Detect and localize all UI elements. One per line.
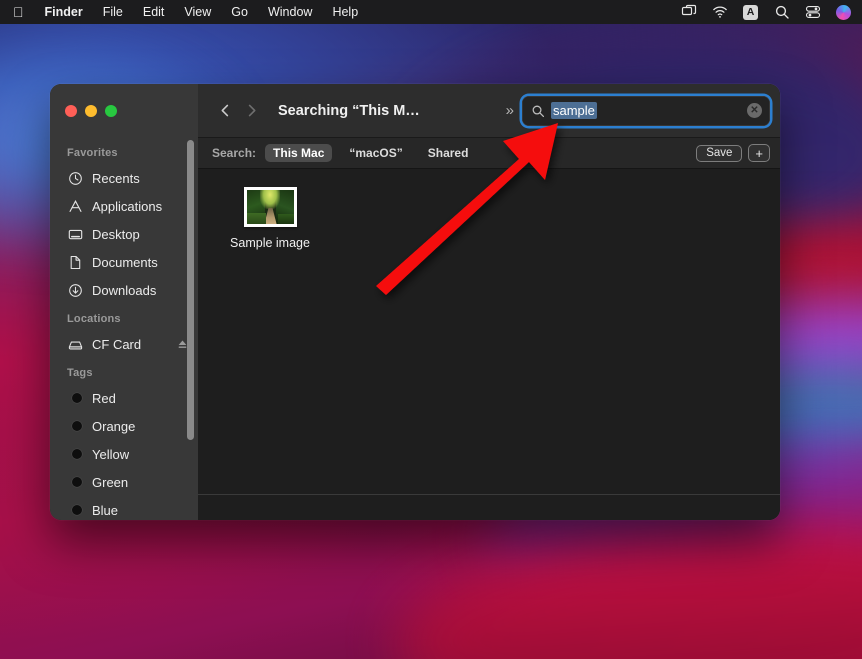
scope-shared[interactable]: Shared	[420, 144, 477, 162]
menu-item-help[interactable]: Help	[322, 0, 368, 24]
menu-item-edit[interactable]: Edit	[133, 0, 175, 24]
siri-icon[interactable]	[835, 4, 852, 21]
sidebar-item-label: Orange	[92, 418, 136, 434]
input-source-icon[interactable]: A	[742, 4, 759, 21]
sidebar-item-label: CF Card	[92, 336, 142, 352]
sidebar-item-label: Applications	[92, 198, 163, 214]
scope-this-mac[interactable]: This Mac	[265, 144, 333, 162]
document-icon	[67, 254, 83, 270]
sidebar-item-cf-card[interactable]: CF Card	[50, 330, 198, 358]
file-name-label: Sample image	[230, 236, 310, 250]
desktop-icon	[67, 226, 83, 242]
image-thumbnail-icon	[243, 187, 297, 227]
sidebar: Favorites Recents Applications Desktop D…	[50, 84, 198, 520]
sidebar-item-label: Downloads	[92, 282, 157, 298]
sidebar-item-label: Red	[92, 390, 116, 406]
menu-item-finder[interactable]: Finder	[35, 0, 93, 24]
scope-macos[interactable]: “macOS”	[341, 144, 410, 162]
search-icon	[530, 103, 545, 118]
window-body: Favorites Recents Applications Desktop D…	[50, 84, 780, 520]
page-title: Searching “This M…	[278, 102, 420, 119]
sidebar-item-tag-green[interactable]: Green	[50, 468, 198, 496]
screen-mirroring-icon[interactable]	[680, 4, 697, 21]
menu-bar-status-items: A	[680, 4, 862, 21]
sidebar-item-desktop[interactable]: Desktop	[50, 220, 198, 248]
back-button[interactable]	[212, 98, 238, 124]
clock-icon	[67, 170, 83, 186]
sidebar-scrollbar[interactable]	[187, 140, 194, 440]
sidebar-item-recents[interactable]: Recents	[50, 164, 198, 192]
menu-item-go[interactable]: Go	[221, 0, 258, 24]
search-scope-bar: Search: This Mac “macOS” Shared Save +	[198, 138, 780, 169]
add-criteria-button[interactable]: +	[748, 144, 770, 162]
finder-window: Favorites Recents Applications Desktop D…	[50, 84, 780, 520]
sidebar-item-tag-yellow[interactable]: Yellow	[50, 440, 198, 468]
main-column: Searching “This M… » sample ✕ Search: Th…	[198, 84, 780, 520]
sidebar-item-label: Blue	[92, 502, 119, 518]
sidebar-item-tag-red[interactable]: Red	[50, 384, 198, 412]
zoom-button[interactable]	[105, 105, 117, 117]
search-scope-label: Search:	[212, 146, 257, 160]
downloads-icon	[67, 282, 83, 298]
applications-icon	[67, 198, 83, 214]
toolbar: Searching “This M… » sample ✕	[198, 84, 780, 138]
minimize-button[interactable]	[85, 105, 97, 117]
wifi-icon[interactable]	[711, 4, 728, 21]
sidebar-section-favorites: Favorites	[67, 147, 118, 159]
spotlight-search-icon[interactable]	[773, 4, 790, 21]
menu-bar:  Finder File Edit View Go Window Help A	[0, 0, 862, 24]
save-search-button[interactable]: Save	[696, 144, 743, 162]
tag-dot-icon	[67, 446, 83, 462]
sidebar-item-label: Yellow	[92, 446, 130, 462]
status-bar	[198, 494, 780, 520]
scope-bar-actions: Save +	[696, 144, 770, 162]
control-center-icon[interactable]	[804, 4, 821, 21]
menu-item-view[interactable]: View	[174, 0, 221, 24]
menu-item-window[interactable]: Window	[258, 0, 322, 24]
traffic-lights	[50, 84, 198, 138]
tag-dot-icon	[67, 474, 83, 490]
sidebar-item-label: Recents	[92, 170, 140, 186]
forward-button[interactable]	[238, 98, 264, 124]
sidebar-item-tag-orange[interactable]: Orange	[50, 412, 198, 440]
sidebar-item-applications[interactable]: Applications	[50, 192, 198, 220]
menu-item-file[interactable]: File	[93, 0, 133, 24]
disk-icon	[67, 336, 83, 352]
apple-menu-icon[interactable]: 	[0, 0, 35, 24]
sidebar-section-tags: Tags	[67, 367, 93, 379]
clear-search-icon[interactable]: ✕	[747, 103, 762, 118]
search-input[interactable]: sample ✕	[522, 95, 770, 126]
sidebar-item-downloads[interactable]: Downloads	[50, 276, 198, 304]
tag-dot-icon	[67, 390, 83, 406]
sidebar-item-label: Documents	[92, 254, 158, 270]
tag-dot-icon	[67, 502, 83, 518]
close-button[interactable]	[65, 105, 77, 117]
siri-orb	[836, 4, 851, 20]
input-source-label: A	[743, 4, 758, 20]
menu-bar-items:  Finder File Edit View Go Window Help	[0, 0, 368, 24]
tag-dot-icon	[67, 418, 83, 434]
toolbar-overflow-button[interactable]: »	[498, 102, 522, 119]
sidebar-item-label: Desktop	[92, 226, 140, 242]
sidebar-item-documents[interactable]: Documents	[50, 248, 198, 276]
search-input-value: sample	[551, 102, 597, 119]
sidebar-item-tag-blue[interactable]: Blue	[50, 496, 198, 520]
sidebar-item-label: Green	[92, 474, 129, 490]
file-list-area[interactable]: Sample image	[198, 169, 780, 494]
file-item-sample-image[interactable]: Sample image	[214, 187, 326, 250]
sidebar-section-locations: Locations	[67, 313, 121, 325]
